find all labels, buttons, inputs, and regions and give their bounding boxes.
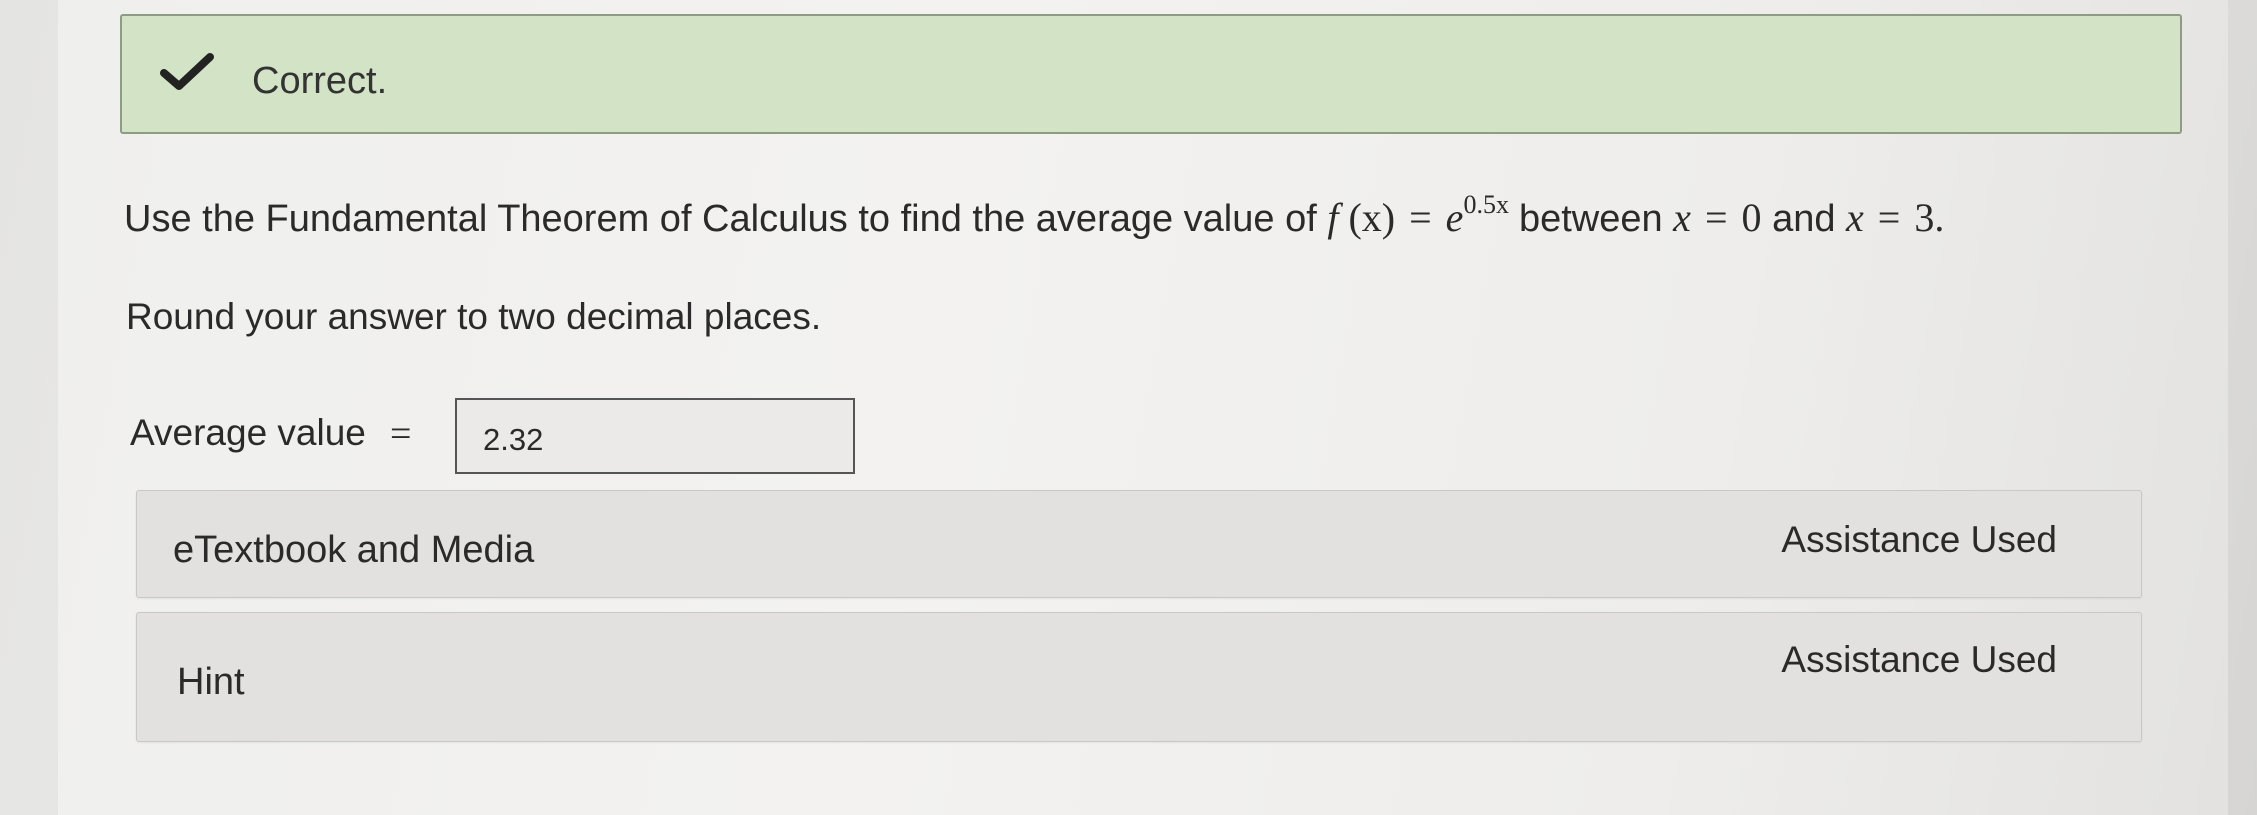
answer-input[interactable]: 2.32 [455,398,855,474]
exponent: 0.5x [1463,190,1509,219]
etextbook-media-title[interactable]: eTextbook and Media [173,529,534,572]
etextbook-media-panel[interactable]: eTextbook and Media Assistance Used [136,490,2142,598]
answer-label: Average value [130,412,366,453]
checkmark-icon [160,53,214,90]
assistance-used-status: Assistance Used [1781,519,2057,560]
hint-panel[interactable]: Hint Assistance Used [136,612,2142,742]
assistance-used-status: Assistance Used [1781,639,2057,680]
answer-equals-sign: = [390,413,412,455]
between-word: between [1518,198,1663,240]
function-arg: (x) [1348,195,1396,240]
rounding-instruction: Round your answer to two decimal places. [126,296,822,337]
answer-value: 2.32 [483,422,544,457]
function-expression: f (x) = e0.5x [1327,190,1519,240]
equals-sign: = [1409,195,1432,240]
exponential-base: e [1445,195,1464,240]
lower-bound: x = 0 [1673,195,1762,240]
feedback-text: Correct. [252,60,388,102]
question-text: Use the Fundamental Theorem of Calculus … [124,190,1944,241]
hint-title[interactable]: Hint [177,661,245,704]
upper-bound: x = 3. [1846,195,1945,240]
question-intro: Use the Fundamental Theorem of Calculus … [124,198,1317,240]
and-word: and [1772,198,1836,240]
feedback-banner: Correct. [120,14,2182,134]
function-name: f [1327,195,1339,240]
